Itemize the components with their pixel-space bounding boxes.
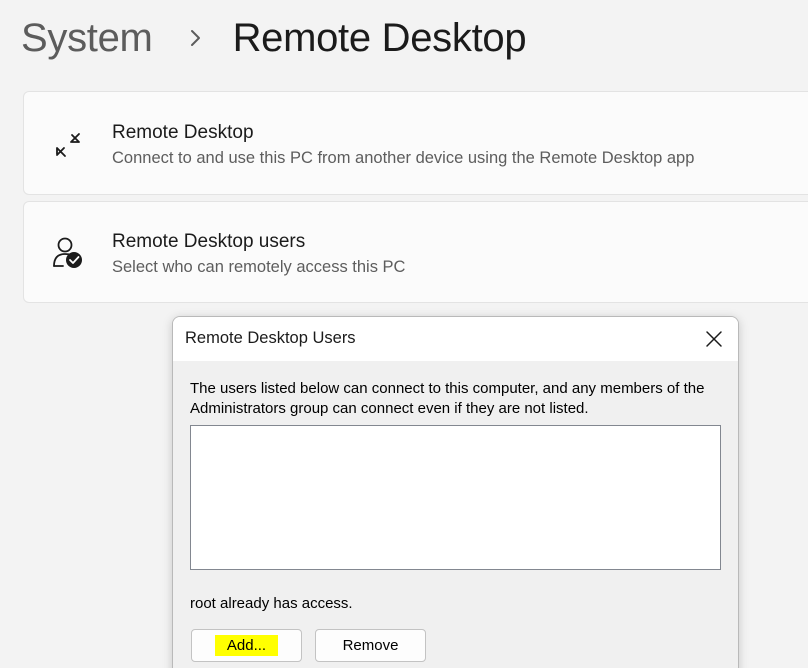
breadcrumb: System Remote Desktop <box>21 12 527 64</box>
card-description: Connect to and use this PC from another … <box>112 149 695 167</box>
card-title: Remote Desktop <box>112 122 254 143</box>
page-title: Remote Desktop <box>232 15 527 60</box>
remote-desktop-users-card[interactable]: Remote Desktop users Select who can remo… <box>23 201 808 303</box>
close-icon[interactable] <box>700 325 728 353</box>
add-button-label: Add... <box>214 635 279 656</box>
access-status-text: root already has access. <box>190 595 353 612</box>
user-check-icon <box>50 235 86 271</box>
dialog-title: Remote Desktop Users <box>185 329 356 347</box>
dialog-titlebar[interactable]: Remote Desktop Users <box>173 317 738 361</box>
breadcrumb-system[interactable]: System <box>21 16 153 61</box>
remote-desktop-icon <box>50 127 86 163</box>
chevron-right-icon <box>179 12 211 64</box>
remote-desktop-users-dialog: Remote Desktop Users The users listed be… <box>172 316 739 668</box>
card-title: Remote Desktop users <box>112 231 306 252</box>
add-button[interactable]: Add... <box>191 629 302 662</box>
card-description: Select who can remotely access this PC <box>112 258 406 276</box>
dialog-description: The users listed below can connect to th… <box>190 380 705 417</box>
remove-button[interactable]: Remove <box>315 629 426 662</box>
remote-desktop-card[interactable]: Remote Desktop Connect to and use this P… <box>23 91 808 195</box>
users-listbox[interactable] <box>190 425 721 570</box>
remove-button-label: Remove <box>342 637 399 654</box>
